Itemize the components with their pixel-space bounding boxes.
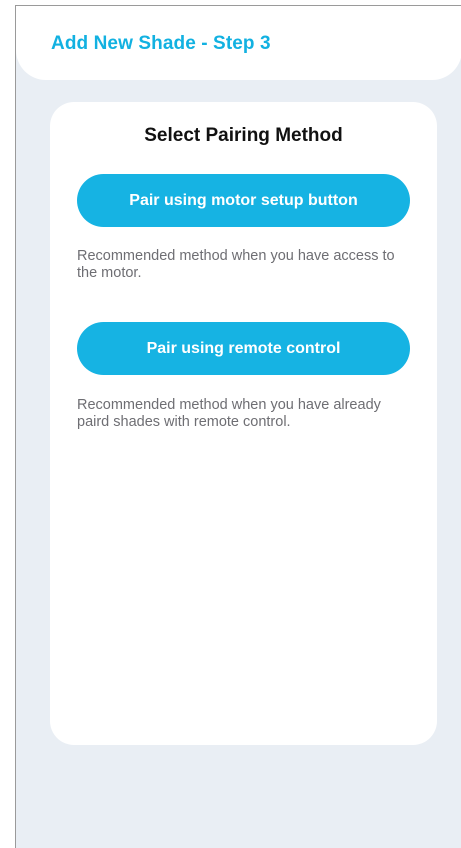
pair-remote-control-button[interactable]: Pair using remote control — [77, 322, 410, 375]
pairing-method-card: Select Pairing Method Pair using motor s… — [50, 102, 437, 745]
page-title: Add New Shade - Step 3 — [51, 33, 271, 54]
remote-control-description: Recommended method when you have already… — [77, 397, 381, 430]
app-screen: Add New Shade - Step 3 Select Pairing Me… — [15, 5, 461, 848]
pair-motor-setup-button[interactable]: Pair using motor setup button — [77, 174, 410, 227]
motor-setup-description: Recommended method when you have access … — [77, 248, 395, 281]
header: Add New Shade - Step 3 — [16, 6, 461, 80]
card-title: Select Pairing Method — [144, 125, 343, 146]
